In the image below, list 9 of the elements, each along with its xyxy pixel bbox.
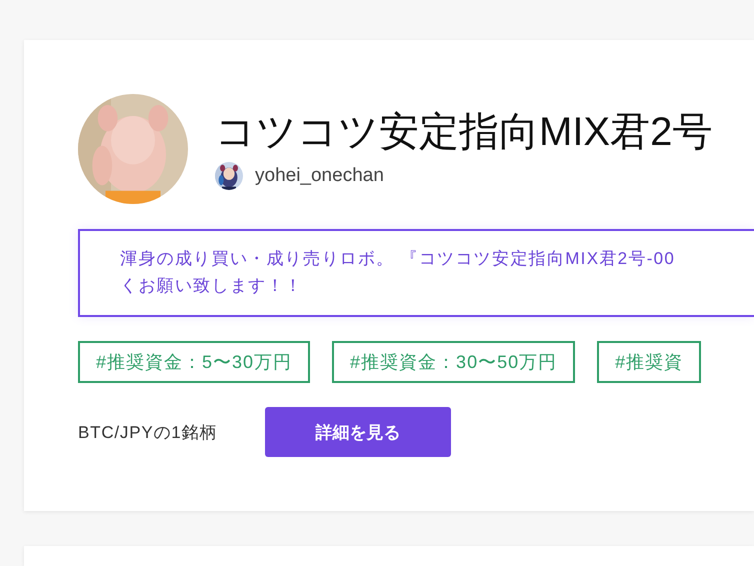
author-name[interactable]: yohei_onechan xyxy=(255,165,384,187)
tag[interactable]: #推奨資 xyxy=(597,341,702,383)
tag[interactable]: #推奨資金：5〜30万円 xyxy=(78,341,310,383)
description-text: くお願い致します！！ xyxy=(120,275,304,297)
description-text: 渾身の成り買い・成り売りロボ。 『コツコツ安定指向MIX君2号-00 xyxy=(120,248,676,270)
robot-title: コツコツ安定指向MIX君2号 xyxy=(215,109,712,156)
details-button[interactable]: 詳細を見る xyxy=(265,407,452,457)
pair-count: BTC/JPYの1銘柄 xyxy=(78,422,218,444)
tag[interactable]: #推奨資金：30〜50万円 xyxy=(332,341,576,383)
